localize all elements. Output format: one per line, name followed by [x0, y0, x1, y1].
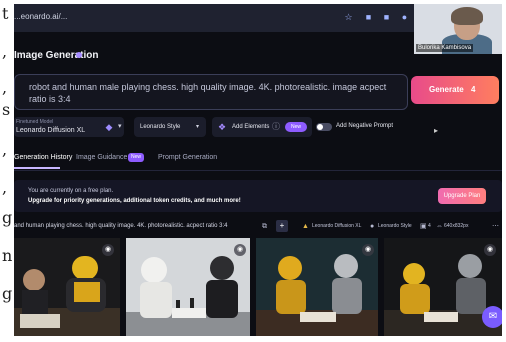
new-badge: New [128, 153, 144, 162]
model-icon: ▲ [302, 223, 309, 230]
image-gallery: ◉ ◉ ◉ ◉ [14, 238, 502, 336]
generation-meta: and human playing chess. high quality im… [14, 220, 502, 234]
copy-icon[interactable]: ⧉ [262, 222, 267, 231]
generate-label: Generate [429, 85, 464, 94]
webcam-overlay: Bulorika Kambisova [414, 4, 502, 54]
style-icon: ● [370, 223, 375, 230]
side-char: s [2, 100, 11, 119]
active-tab-indicator [14, 167, 60, 169]
star-icon[interactable]: ☆ [344, 13, 353, 22]
webcam-person [451, 7, 483, 25]
plan-notice: You are currently on a free plan. [28, 188, 114, 194]
model-tag: Leonardo Diffusion XL [312, 223, 362, 229]
prompt-input[interactable]: robot and human male playing chess. high… [14, 74, 408, 110]
add-button[interactable]: + [276, 220, 288, 232]
page-title: Image Generation [14, 50, 99, 61]
model-value: Leonardo Diffusion XL [16, 127, 86, 134]
view-icon[interactable]: ◉ [484, 244, 496, 256]
add-elements-label: Add Elements [232, 124, 270, 130]
side-char: g [2, 208, 13, 227]
image-count-icon: ▣ [420, 223, 427, 230]
extension-icon[interactable]: ■ [382, 13, 391, 22]
generation-controls: Finetuned Model Leonardo Diffusion XL ◆ … [14, 114, 502, 140]
model-selector[interactable]: Finetuned Model Leonardo Diffusion XL ◆ … [14, 117, 124, 137]
side-char: n [2, 246, 13, 265]
add-elements-button[interactable]: ❖ Add Elements ⓘ New [212, 117, 312, 137]
view-icon[interactable]: ◉ [102, 244, 114, 256]
generated-image[interactable]: ◉ [14, 238, 120, 336]
view-icon[interactable]: ◉ [362, 244, 374, 256]
image-count-tag: 4 [428, 223, 431, 229]
webcam-name: Bulorika Kambisova [416, 44, 474, 52]
dimensions-tag: 640x832px [444, 223, 469, 229]
side-char: , [2, 78, 8, 97]
app-screen: ...eonardo.ai/... ☆ ■ ■ ● Bulorika Kambi… [14, 4, 502, 336]
address-bar[interactable]: ...eonardo.ai/... [14, 12, 67, 21]
generation-prompt: and human playing chess. high quality im… [14, 223, 228, 229]
tab-image-guidance[interactable]: Image Guidance [76, 154, 127, 161]
prompt-text[interactable]: robot and human male playing chess. high… [29, 81, 399, 105]
style-value: Leonardo Style [140, 124, 181, 130]
generate-button[interactable]: Generate 4 [411, 76, 499, 104]
new-badge: New [285, 122, 307, 132]
side-char: , [2, 42, 8, 61]
style-selector[interactable]: Leonardo Style ▾ [134, 117, 206, 137]
view-icon[interactable]: ◉ [234, 244, 246, 256]
model-label: Finetuned Model [16, 119, 54, 125]
title-indicator-icon [76, 52, 82, 58]
generated-image[interactable]: ◉ [256, 238, 378, 336]
upgrade-notice: Upgrade for priority generations, additi… [28, 198, 241, 204]
toggle-knob [317, 124, 323, 130]
dimensions-icon: ⇔ [436, 223, 443, 230]
negative-prompt-label: Add Negative Prompt [336, 123, 394, 129]
chat-support-button[interactable]: ✉ [482, 306, 502, 328]
elements-icon: ❖ [218, 122, 227, 132]
side-char: g [2, 284, 13, 303]
upgrade-plan-button[interactable]: Upgrade Plan [438, 188, 486, 204]
tab-generation-history[interactable]: Generation History [14, 154, 72, 161]
tab-prompt-generation[interactable]: Prompt Generation [158, 154, 217, 161]
token-cost: 4 [471, 85, 476, 94]
more-icon[interactable]: ⋯ [492, 222, 499, 231]
extension-icon[interactable]: ■ [364, 13, 373, 22]
mouse-cursor-icon: ▸ [434, 126, 439, 135]
side-char: t [2, 4, 9, 23]
chevron-down-icon[interactable]: ▾ [118, 122, 122, 130]
help-icon[interactable]: ⓘ [272, 122, 280, 132]
style-tag: Leonardo Style [378, 223, 412, 229]
side-char: , [2, 140, 8, 159]
model-settings-icon[interactable]: ◆ [104, 122, 114, 132]
profile-icon[interactable]: ● [400, 13, 409, 22]
chevron-down-icon: ▾ [196, 124, 200, 130]
upgrade-banner: You are currently on a free plan. Upgrad… [14, 180, 502, 212]
negative-prompt-toggle[interactable] [316, 123, 332, 131]
tab-bar: Generation History Image Guidance New Pr… [14, 150, 502, 171]
generated-image[interactable]: ◉ [126, 238, 250, 336]
side-char: , [2, 178, 8, 197]
